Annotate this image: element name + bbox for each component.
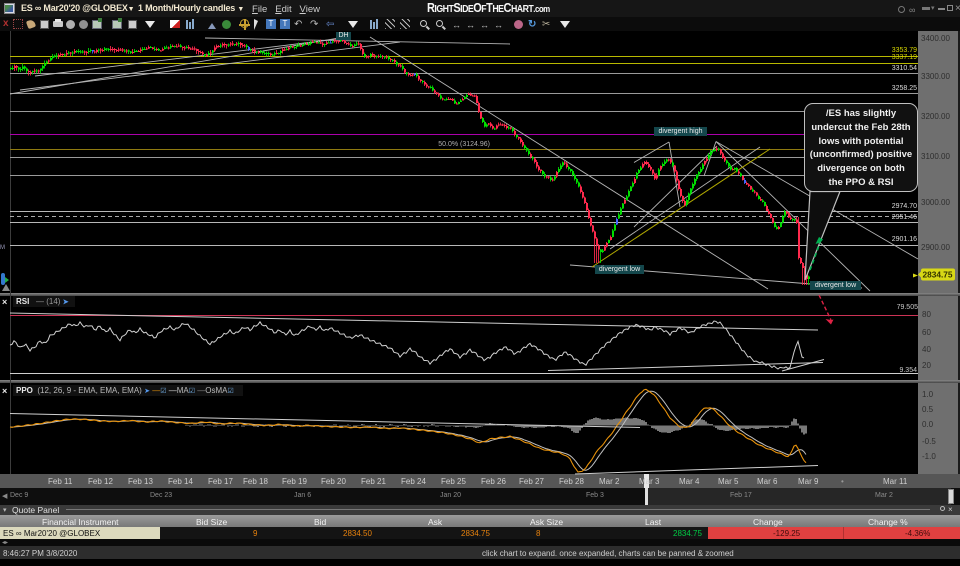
svg-text:2834.75: 2834.75 <box>923 270 953 280</box>
